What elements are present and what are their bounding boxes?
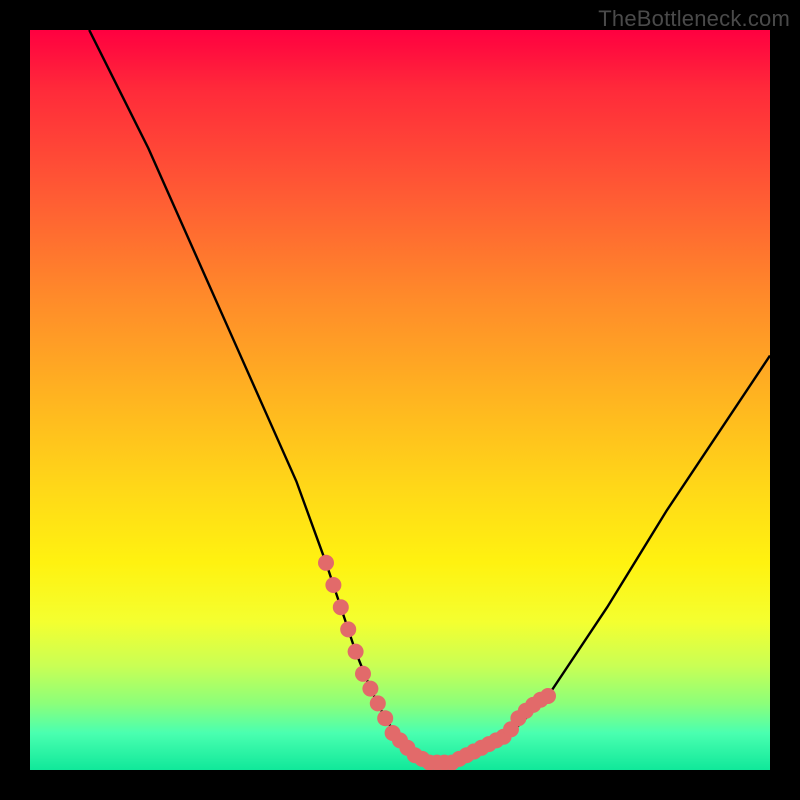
marker-dot (377, 710, 393, 726)
marker-dot (355, 666, 371, 682)
marker-dot (362, 681, 378, 697)
marker-dot (318, 555, 334, 571)
chart-frame: TheBottleneck.com (0, 0, 800, 800)
marker-dot (325, 577, 341, 593)
curve-layer (30, 30, 770, 770)
marker-dot (540, 688, 556, 704)
marker-dot (370, 695, 386, 711)
watermark-text: TheBottleneck.com (598, 6, 790, 32)
plot-area (30, 30, 770, 770)
marker-dots (318, 555, 556, 770)
marker-dot (340, 621, 356, 637)
marker-dot (333, 599, 349, 615)
bottleneck-curve (89, 30, 770, 763)
marker-dot (348, 644, 364, 660)
